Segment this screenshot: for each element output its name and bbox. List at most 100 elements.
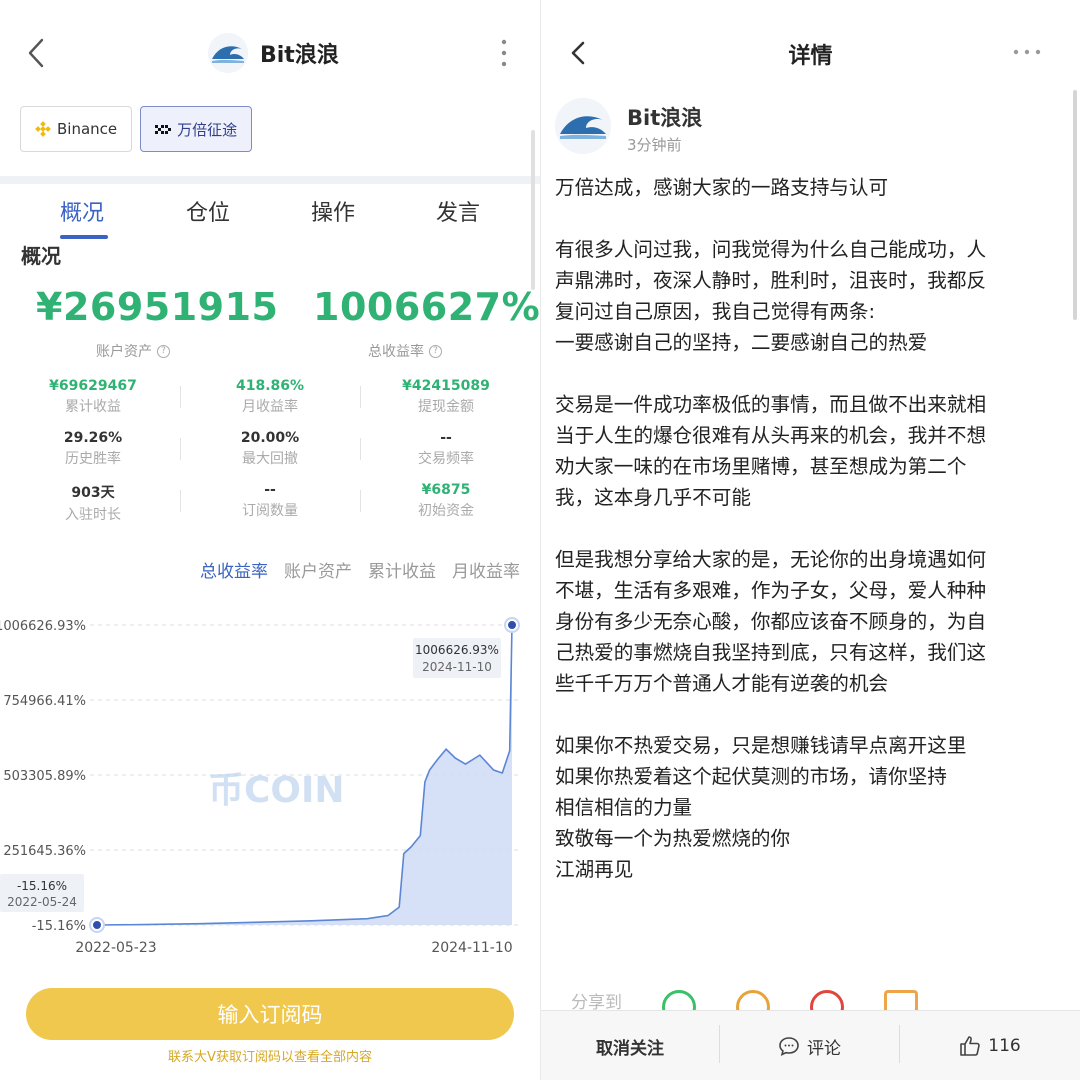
comment-icon [779, 1037, 799, 1056]
comment-button[interactable]: 评论 [719, 1011, 899, 1080]
stat-tenure: 903天 入驻时长 [3, 482, 183, 524]
scrollbar[interactable] [1073, 90, 1077, 320]
post-content: 万倍达成，感谢大家的一路支持与认可 有很多人问过我，问我觉得为什么自己能成功，人… [555, 172, 1067, 885]
post-paragraph: 有很多人问过我，问我觉得为什么自己能成功，人 声鼎沸时，夜深人静时，胜利时，沮丧… [555, 238, 987, 354]
bottom-action-bar: 取消关注 评论 116 [541, 1010, 1080, 1080]
watermark-logo: 币COIN [208, 770, 345, 811]
stat-trade-frequency: -- 交易频率 [356, 430, 536, 468]
stat-monthly-return: 418.86% 月收益率 [180, 378, 360, 416]
divider [180, 386, 181, 408]
exchange-label: 万倍征途 [177, 120, 238, 139]
avatar[interactable] [555, 98, 611, 154]
start-tooltip-date: 2022-05-24 [7, 895, 77, 909]
more-vertical-icon [501, 39, 507, 67]
chevron-left-icon [28, 38, 44, 68]
comment-label: 评论 [807, 1038, 841, 1059]
author-name[interactable]: Bit浪浪 [627, 102, 702, 132]
like-count: 116 [988, 1036, 1021, 1056]
profile-header[interactable]: Bit浪浪 [208, 32, 339, 74]
post-spacer [555, 358, 1067, 389]
exchange-label: Binance [57, 120, 118, 138]
y-tick-label: 251645.36% [3, 844, 86, 859]
subscribe-hint: 联系大V获取订阅码以查看全部内容 [168, 1050, 372, 1065]
metric-tab-assets[interactable]: 账户资产 [284, 557, 352, 582]
stat-max-drawdown: 20.00% 最大回撤 [180, 430, 360, 468]
stat-label: 累计收益 [65, 399, 121, 415]
stat-value: 20.00% [240, 430, 300, 446]
account-assets-label: 账户资产 ? [96, 341, 170, 361]
section-title: 概况 [21, 244, 61, 268]
profile-name: Bit浪浪 [260, 43, 339, 68]
account-assets-label-text: 账户资产 [96, 344, 152, 360]
stat-label: 月收益率 [242, 399, 298, 415]
stat-value: -- [440, 430, 452, 446]
stat-value: 418.86% [235, 378, 305, 394]
post-paragraph: 万倍达成，感谢大家的一路支持与认可 [555, 176, 889, 199]
trader-profile-panel: Bit浪浪 Binance 万倍征途 概况 仓位 操作 发言 概况 ¥26951… [0, 0, 540, 1080]
section-divider [0, 176, 540, 184]
stat-value: ¥42415089 [402, 378, 490, 394]
stat-label: 交易频率 [418, 451, 474, 467]
stat-value: -- [264, 482, 276, 498]
metric-tab-total-return[interactable]: 总收益率 [200, 557, 268, 582]
y-tick-label: 754966.41% [3, 694, 86, 709]
image-share-icon[interactable] [884, 990, 918, 1012]
stat-initial-capital: ¥6875 初始资金 [356, 482, 536, 520]
back-button[interactable] [22, 36, 52, 70]
divider [180, 438, 181, 460]
share-row: 分享到 [571, 988, 1041, 1012]
page-title: 详情 [788, 44, 833, 69]
stat-value: ¥69629467 [49, 378, 137, 394]
profile-tabs: 概况 仓位 操作 发言 [0, 195, 540, 243]
weibo-icon[interactable] [810, 990, 844, 1012]
post-paragraph: 但是我想分享给大家的是，无论你的出身境遇如何 不堪，生活有多艰难，作为子女，父母… [555, 548, 987, 695]
like-button[interactable]: 116 [899, 1011, 1080, 1080]
stat-value: 29.26% [63, 430, 123, 446]
share-label: 分享到 [571, 993, 622, 1012]
post-spacer [555, 203, 1067, 234]
tab-positions[interactable]: 仓位 [186, 195, 230, 227]
more-horizontal-icon [1013, 49, 1041, 55]
post-time: 3分钟前 [627, 136, 682, 154]
moments-icon[interactable] [736, 990, 770, 1012]
subscribe-code-button[interactable]: 输入订阅码 [26, 988, 514, 1040]
total-return-value: 1006627% [313, 285, 540, 329]
tab-overview[interactable]: 概况 [60, 195, 104, 227]
exchange-chip-binance[interactable]: Binance [20, 106, 133, 152]
post-paragraph: 交易是一件成功率极低的事情，而且做不出来就相 当于人生的爆仓很难有从头再来的机会… [555, 393, 987, 509]
exchange-chip-wanbei[interactable]: 万倍征途 [140, 106, 253, 152]
return-chart[interactable]: 1006626.93% 754966.41% 503305.89% 251645.36… [0, 600, 540, 965]
tab-operations[interactable]: 操作 [311, 195, 355, 227]
top-nav: 详情 [541, 0, 1080, 100]
wave-logo-icon [555, 98, 611, 154]
active-tab-indicator [60, 235, 108, 239]
divider [180, 490, 181, 512]
unfollow-button[interactable]: 取消关注 [541, 1011, 719, 1080]
more-options-button[interactable] [1011, 42, 1043, 62]
stat-label: 提现金额 [418, 399, 474, 415]
metric-tab-monthly[interactable]: 月收益率 [452, 557, 520, 582]
stat-win-rate: 29.26% 历史胜率 [3, 430, 183, 468]
more-options-button[interactable] [494, 36, 514, 70]
stat-withdrawal: ¥42415089 提现金额 [356, 378, 536, 416]
tab-posts[interactable]: 发言 [436, 195, 480, 227]
wechat-icon[interactable] [662, 990, 696, 1012]
stat-value: ¥6875 [421, 482, 471, 498]
stat-subscriptions: -- 订阅数量 [180, 482, 360, 520]
divider [360, 386, 361, 408]
end-tooltip-value: 1006626.93% [415, 643, 499, 657]
metric-tab-cumulative[interactable]: 累计收益 [368, 557, 436, 582]
end-tooltip-date: 2024-11-10 [422, 660, 492, 674]
stat-label: 最大回撤 [242, 451, 298, 467]
stat-label: 入驻时长 [65, 507, 121, 523]
total-return-label: 总收益率 ? [368, 341, 442, 361]
help-icon[interactable]: ? [157, 344, 170, 358]
okx-icon [155, 124, 172, 134]
thumbs-up-icon [960, 1036, 981, 1056]
exchange-selector: Binance 万倍征途 [20, 106, 253, 152]
wave-logo-icon [208, 33, 248, 73]
post-detail-panel: 详情 Bit浪浪 3分钟前 万倍达成，感谢大家的一路支持与认可 有很多人问过我，… [541, 0, 1080, 1080]
start-point [91, 919, 103, 931]
stat-label: 订阅数量 [242, 503, 298, 519]
help-icon[interactable]: ? [429, 344, 442, 358]
